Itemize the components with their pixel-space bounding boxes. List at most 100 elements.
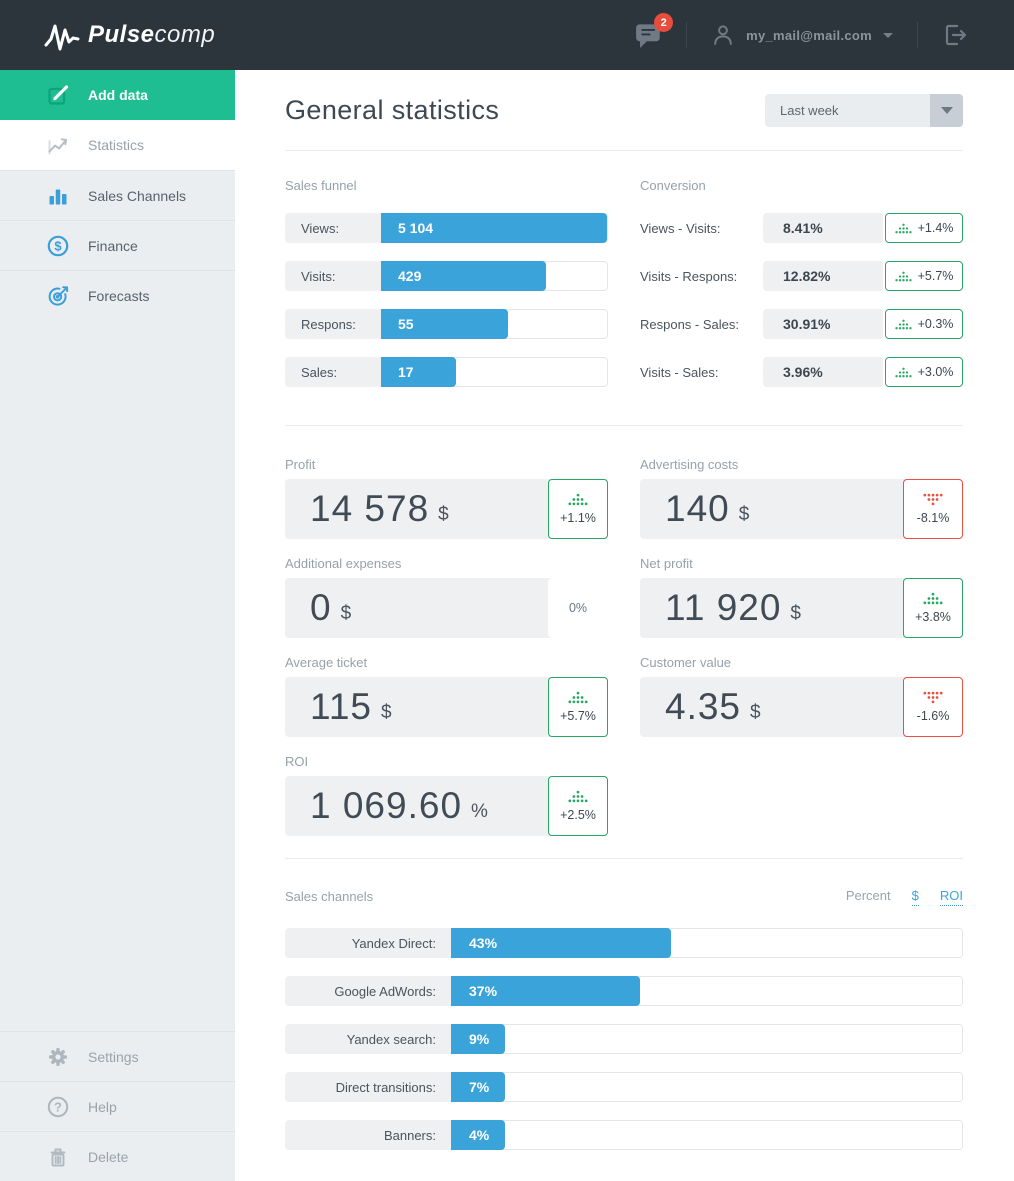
page-title: General statistics bbox=[285, 95, 499, 126]
kpi-unit: $ bbox=[341, 603, 352, 625]
conversion-change-badge: +3.0% bbox=[885, 357, 963, 387]
channels-mode-toggle[interactable]: ROI bbox=[940, 888, 963, 906]
kpi-card-body: 140 $ -8.1% bbox=[640, 479, 963, 539]
channel-row: Direct transitions: 7% bbox=[285, 1072, 963, 1102]
kpi-card-body: 11 920 $ +3.8% bbox=[640, 578, 963, 638]
kpi-value: 4.35 bbox=[665, 686, 741, 728]
conversion-change-value: +3.0% bbox=[918, 365, 954, 379]
sales-funnel-panel: Sales funnel Views: 5 104 Visits: 429 Re… bbox=[285, 178, 608, 387]
title-row: General statistics Last week bbox=[285, 70, 963, 151]
channel-bar-value: 4% bbox=[469, 1127, 489, 1143]
line-chart-icon bbox=[46, 133, 70, 157]
conversion-row-label: Visits - Respons: bbox=[640, 269, 763, 284]
trend-up-dots-icon bbox=[923, 592, 943, 605]
section-title: Conversion bbox=[640, 178, 963, 194]
kpi-card: Customer value 4.35 $ -1.6% bbox=[640, 655, 963, 737]
sidebar-item-statistics[interactable]: Statistics bbox=[0, 120, 235, 170]
kpi-change-value: +3.8% bbox=[915, 610, 951, 624]
channels-mode-toggle[interactable]: $ bbox=[912, 888, 919, 906]
conversion-change-badge: +1.4% bbox=[885, 213, 963, 243]
bar-chart-icon bbox=[46, 184, 70, 208]
conversion-row: Views - Visits: 8.41% +1.4% bbox=[640, 213, 963, 243]
sidebar-item-settings[interactable]: Settings bbox=[0, 1031, 235, 1081]
trend-up-dots-icon bbox=[568, 691, 588, 704]
sidebar: Add data Statistics Sales Channels $ Fi bbox=[0, 70, 235, 1181]
user-menu[interactable]: my_mail@mail.com bbox=[711, 23, 893, 47]
conversion-row-label: Respons - Sales: bbox=[640, 317, 763, 332]
channel-rows: Yandex Direct: 43% Google AdWords: 37% Y… bbox=[285, 928, 963, 1150]
funnel-bar: 17 bbox=[381, 357, 456, 387]
sidebar-item-help[interactable]: ? Help bbox=[0, 1081, 235, 1131]
kpi-value: 11 920 bbox=[665, 587, 781, 629]
kpi-change-value: +5.7% bbox=[560, 709, 596, 723]
sidebar-item-label: Add data bbox=[88, 87, 148, 103]
section-title: Sales channels bbox=[285, 889, 373, 905]
channel-bar-track: 43% bbox=[451, 928, 963, 958]
user-icon bbox=[711, 23, 735, 47]
kpi-label: Additional expenses bbox=[285, 556, 608, 571]
trend-up-dots-icon bbox=[568, 790, 588, 803]
funnel-bar-value: 55 bbox=[398, 316, 414, 332]
kpi-value: 1 069.60 bbox=[310, 785, 462, 827]
channel-bar-track: 4% bbox=[451, 1120, 963, 1150]
kpi-card: Additional expenses 0 $ 0% bbox=[285, 556, 608, 638]
kpi-label: Customer value bbox=[640, 655, 963, 670]
channel-row-label: Google AdWords: bbox=[285, 976, 451, 1006]
conversion-change-value: +5.7% bbox=[918, 269, 954, 283]
channel-bar-track: 7% bbox=[451, 1072, 963, 1102]
conversion-row: Visits - Respons: 12.82% +5.7% bbox=[640, 261, 963, 291]
logout-button[interactable] bbox=[942, 22, 968, 48]
funnel-bar-track: 5 104 bbox=[381, 213, 608, 243]
sidebar-item-add-data[interactable]: Add data bbox=[0, 70, 235, 120]
kpi-value: 115 bbox=[310, 686, 372, 728]
pulse-line-icon bbox=[44, 19, 80, 51]
sidebar-item-delete[interactable]: Delete bbox=[0, 1131, 235, 1181]
trend-up-dots-icon bbox=[568, 493, 588, 506]
kpi-label: Profit bbox=[285, 457, 608, 472]
channel-row: Google AdWords: 37% bbox=[285, 976, 963, 1006]
trend-up-dots-icon bbox=[895, 223, 912, 234]
period-select-button[interactable] bbox=[930, 94, 963, 127]
channels-mode-toggle[interactable]: Percent bbox=[846, 888, 891, 905]
brand-name: Pulsecomp bbox=[88, 21, 215, 49]
messages-button[interactable]: 2 bbox=[635, 22, 662, 48]
period-select[interactable]: Last week bbox=[765, 94, 963, 127]
trend-up-dots-icon bbox=[895, 319, 912, 330]
sales-channels-header: Sales channels Percent $ ROI bbox=[285, 888, 963, 906]
trend-down-dots-icon bbox=[923, 493, 943, 506]
kpi-unit: % bbox=[471, 801, 488, 823]
main-content: General statistics Last week Sales funne… bbox=[235, 70, 1014, 1181]
conversion-change-value: +1.4% bbox=[918, 221, 954, 235]
sidebar-item-forecasts[interactable]: Forecasts bbox=[0, 270, 235, 320]
kpi-value: 140 bbox=[665, 488, 730, 530]
kpi-card: ROI 1 069.60 % +2.5% bbox=[285, 754, 608, 836]
sidebar-item-label: Delete bbox=[88, 1149, 128, 1165]
funnel-bar-track: 55 bbox=[381, 309, 608, 339]
funnel-row: Views: 5 104 bbox=[285, 213, 608, 243]
kpi-change-value: +2.5% bbox=[560, 808, 596, 822]
sidebar-bottom: Settings ? Help Delete bbox=[0, 1031, 235, 1181]
conversion-panel: Conversion Views - Visits: 8.41% +1.4% V… bbox=[640, 178, 963, 387]
kpi-card: Advertising costs 140 $ -8.1% bbox=[640, 457, 963, 539]
channel-bar-track: 37% bbox=[451, 976, 963, 1006]
sidebar-item-sales-channels[interactable]: Sales Channels bbox=[0, 170, 235, 220]
funnel-rows: Views: 5 104 Visits: 429 Respons: 55 Sal… bbox=[285, 213, 608, 387]
conversion-value: 3.96% bbox=[763, 357, 883, 387]
funnel-bar: 55 bbox=[381, 309, 508, 339]
chevron-down-icon bbox=[941, 107, 953, 114]
conversion-row: Visits - Sales: 3.96% +3.0% bbox=[640, 357, 963, 387]
channel-bar: 43% bbox=[451, 928, 671, 958]
kpi-unit: $ bbox=[739, 504, 750, 526]
kpi-card-body: 115 $ +5.7% bbox=[285, 677, 608, 737]
channel-row-label: Yandex search: bbox=[285, 1024, 451, 1054]
funnel-row-label: Sales: bbox=[285, 357, 381, 387]
sidebar-item-label: Finance bbox=[88, 238, 138, 254]
section-title: Sales funnel bbox=[285, 178, 608, 194]
channel-bar-track: 9% bbox=[451, 1024, 963, 1054]
sidebar-item-finance[interactable]: $ Finance bbox=[0, 220, 235, 270]
channel-row-label: Banners: bbox=[285, 1120, 451, 1150]
app-logo: Pulsecomp bbox=[44, 19, 215, 51]
channels-mode-switcher: Percent $ ROI bbox=[846, 888, 963, 906]
svg-text:?: ? bbox=[54, 1099, 62, 1114]
conversion-change-badge: +5.7% bbox=[885, 261, 963, 291]
